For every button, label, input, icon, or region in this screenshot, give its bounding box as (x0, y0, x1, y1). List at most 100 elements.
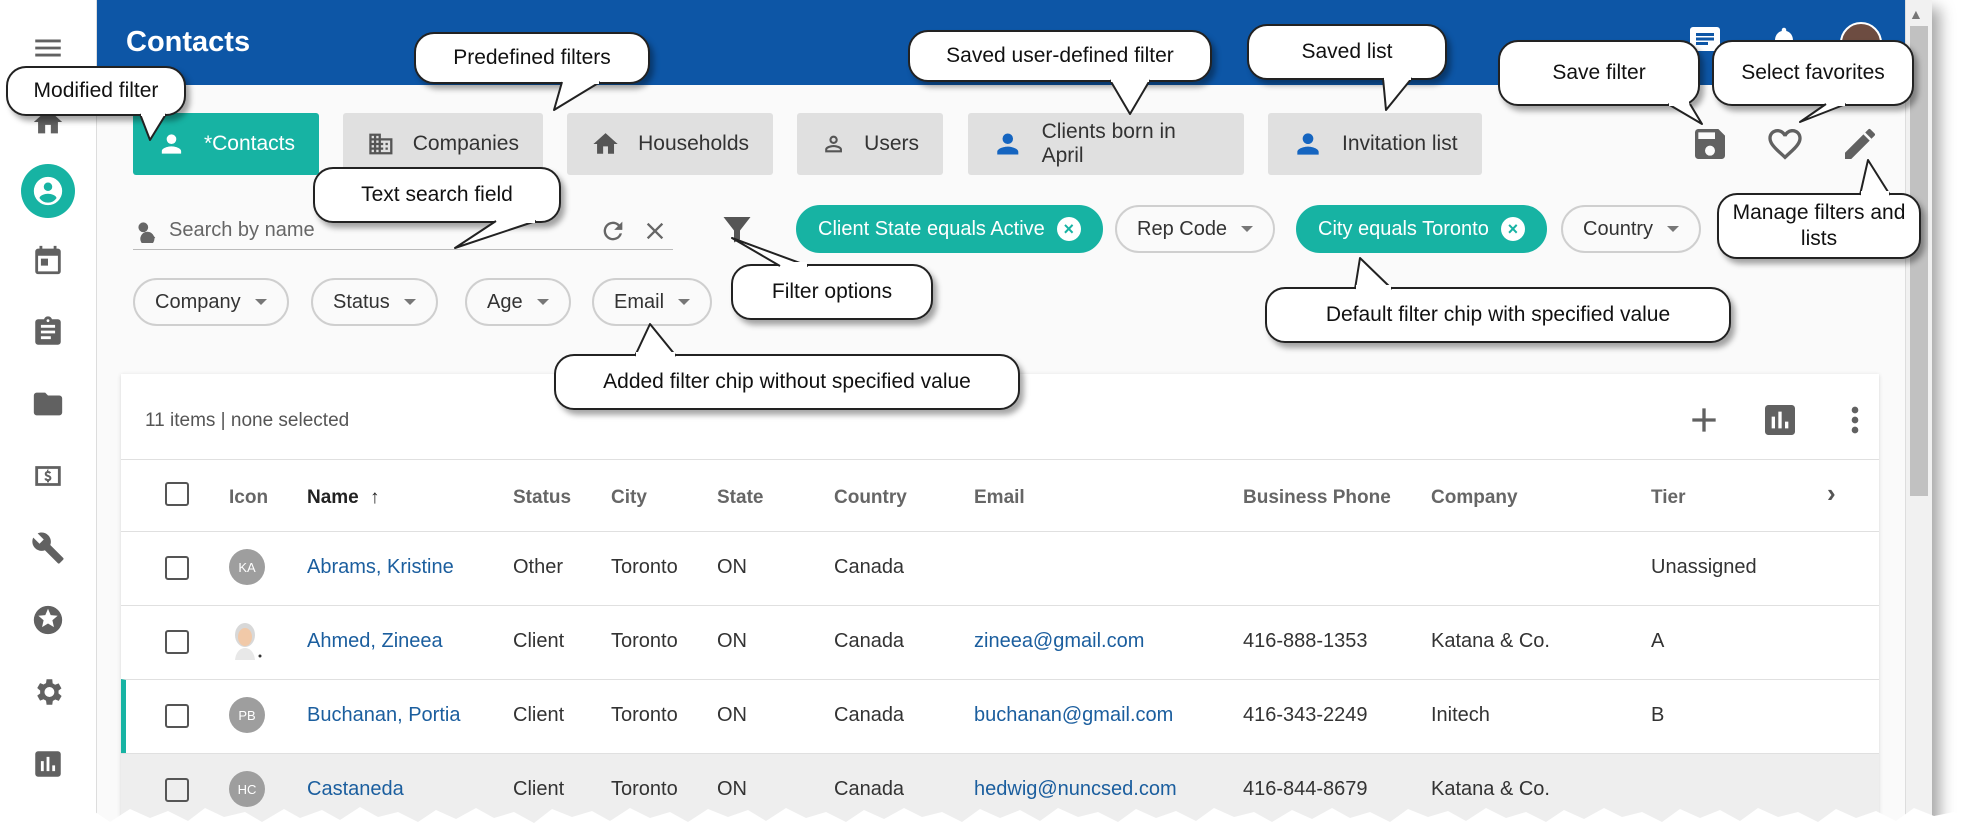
company-cell: Katana & Co. (1431, 630, 1550, 652)
tab-clients-born-in-april[interactable]: Clients born in April (968, 113, 1244, 175)
save-icon[interactable] (1690, 124, 1730, 164)
person-icon (1297, 133, 1319, 155)
scroll-thumb[interactable] (1910, 26, 1928, 496)
company-cell: Katana & Co. (1431, 778, 1550, 800)
chevron-down-icon (1241, 226, 1254, 232)
tab-invitation-list[interactable]: Invitation list (1268, 113, 1482, 175)
more-vert-icon[interactable] (1835, 400, 1875, 440)
contact-name-link[interactable]: Abrams, Kristine (307, 556, 454, 579)
state-cell: ON (717, 704, 747, 726)
star-icon[interactable] (18, 590, 78, 650)
callout-modified-filter: Modified filter (6, 66, 186, 116)
callout-filter-options: Filter options (731, 264, 933, 320)
chip-remove-icon[interactable]: × (1056, 217, 1081, 241)
torn-edge-decoration (0, 807, 1977, 836)
column-header-country[interactable]: Country (834, 487, 907, 509)
row-checkbox[interactable] (165, 556, 189, 580)
chip-status[interactable]: Status (311, 278, 438, 326)
table-row[interactable]: PB Buchanan, Portia Client Toronto ON Ca… (121, 679, 1879, 753)
state-cell: ON (717, 630, 747, 652)
callout-default-chip: Default filter chip with specified value (1265, 287, 1731, 343)
tab-label: Households (638, 132, 749, 155)
avatar-photo (235, 623, 262, 660)
money-icon[interactable] (18, 446, 78, 506)
column-header-icon[interactable]: Icon (229, 487, 268, 509)
tab-users[interactable]: Users (797, 113, 943, 175)
column-header-city[interactable]: City (611, 487, 647, 509)
select-all-checkbox[interactable] (165, 482, 189, 506)
chip-label: Email (614, 290, 665, 313)
callout-predefined-filters: Predefined filters (414, 32, 650, 84)
phone-cell: 416-888-1353 (1243, 630, 1368, 652)
table-row[interactable]: KA Abrams, Kristine Other Toronto ON Can… (121, 531, 1879, 605)
chevron-down-icon (1667, 226, 1680, 232)
scroll-up-arrow-icon[interactable]: ▲ (1909, 6, 1923, 22)
chip-label: Country (1583, 217, 1654, 240)
chevron-down-icon (536, 299, 549, 305)
email-link[interactable]: hedwig@nuncsed.com (974, 778, 1177, 801)
selection-summary: 11 items | none selected (145, 410, 350, 431)
callout-select-favorites: Select favorites (1712, 40, 1914, 106)
chip-remove-icon[interactable]: × (1500, 217, 1525, 241)
chip-label: Client State equals Active (818, 217, 1045, 240)
sort-arrow-icon: ↑ (370, 487, 380, 508)
status-cell: Client (513, 630, 565, 652)
tier-cell: Unassigned (1651, 556, 1757, 578)
phone-cell: 416-343-2249 (1243, 704, 1368, 726)
chart-icon[interactable] (18, 734, 78, 794)
country-cell: Canada (834, 630, 905, 652)
callout-saved-user-filter: Saved user-defined filter (908, 30, 1212, 82)
column-header-business-phone[interactable]: Business Phone (1243, 487, 1391, 509)
wrench-icon[interactable] (18, 518, 78, 578)
column-header-state[interactable]: State (717, 487, 763, 509)
callout-manage-filters: Manage filters and lists (1717, 193, 1921, 259)
column-header-company[interactable]: Company (1431, 487, 1518, 509)
state-cell: ON (717, 778, 747, 800)
filter-icon[interactable] (719, 211, 755, 247)
chevron-right-icon[interactable]: › (1827, 478, 1836, 509)
contact-name-link[interactable]: Buchanan, Portia (307, 704, 460, 727)
chip-rep-code[interactable]: Rep Code (1115, 205, 1276, 253)
email-link[interactable]: zineea@gmail.com (974, 630, 1144, 653)
column-header-label: Name (307, 487, 359, 508)
chip-country[interactable]: Country (1561, 205, 1702, 253)
add-icon[interactable] (1684, 400, 1724, 440)
chart-icon[interactable] (1760, 400, 1800, 440)
person-outline-icon (825, 135, 842, 153)
column-header-email[interactable]: Email (974, 487, 1025, 509)
country-cell: Canada (834, 778, 905, 800)
chip-age[interactable]: Age (465, 278, 571, 326)
table-row[interactable]: Ahmed, Zineea Client Toronto ON Canada z… (121, 605, 1879, 679)
tab-label: Invitation list (1342, 132, 1458, 155)
contact-name-link[interactable]: Castaneda (307, 778, 404, 801)
heart-icon[interactable] (1765, 124, 1805, 164)
tier-cell: B (1651, 704, 1665, 726)
refresh-icon[interactable] (599, 217, 627, 245)
clipboard-icon[interactable] (18, 302, 78, 362)
email-link[interactable]: buchanan@gmail.com (974, 704, 1173, 727)
pencil-icon[interactable] (1840, 124, 1880, 164)
settings-icon[interactable] (18, 662, 78, 722)
calendar-icon[interactable] (18, 230, 78, 290)
chip-email[interactable]: Email (592, 278, 713, 326)
column-header-status[interactable]: Status (513, 487, 571, 509)
tab-label: Clients born in April (1041, 120, 1176, 167)
contact-name-link[interactable]: Ahmed, Zineea (307, 630, 443, 653)
chip-company[interactable]: Company (133, 278, 289, 326)
folder-icon[interactable] (18, 374, 78, 434)
row-checkbox[interactable] (165, 704, 189, 728)
search-icon (133, 217, 159, 246)
status-cell: Client (513, 778, 565, 800)
row-checkbox[interactable] (165, 630, 189, 654)
column-header-tier[interactable]: Tier (1651, 487, 1686, 509)
close-icon[interactable] (641, 217, 669, 245)
tab-households[interactable]: Households (567, 113, 773, 175)
column-header-name[interactable]: Name ↑ (307, 487, 380, 509)
chip-city[interactable]: City equals Toronto × (1296, 205, 1547, 253)
row-checkbox[interactable] (165, 778, 189, 802)
phone-cell: 416-844-8679 (1243, 778, 1368, 800)
tab-companies[interactable]: Companies (343, 113, 543, 175)
contacts-icon[interactable] (21, 164, 75, 218)
tab-contacts[interactable]: *Contacts (133, 113, 319, 175)
chip-client-state[interactable]: Client State equals Active × (796, 205, 1103, 253)
